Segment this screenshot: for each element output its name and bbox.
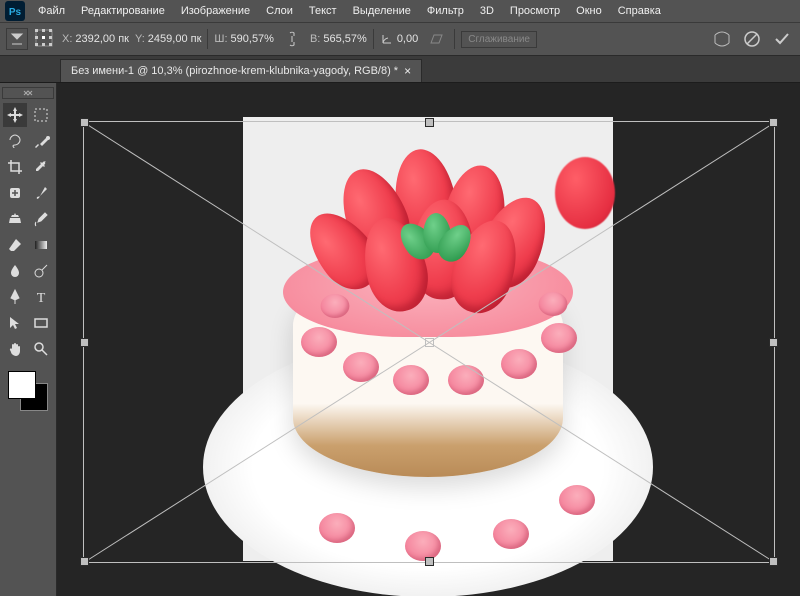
rectangle-tool[interactable]	[29, 311, 53, 335]
menu-text[interactable]: Текст	[301, 2, 345, 20]
background-strawberry	[555, 157, 615, 229]
crop-tool[interactable]	[3, 155, 27, 179]
menu-image[interactable]: Изображение	[173, 2, 258, 20]
move-tool[interactable]	[3, 103, 27, 127]
transform-x[interactable]: X: 2392,00 пк	[62, 33, 129, 45]
dodge-tool[interactable]	[29, 259, 53, 283]
angle-icon	[380, 32, 394, 46]
options-bar: X: 2392,00 пк Y: 2459,00 пк Ш: 590,57% В…	[0, 22, 800, 56]
menu-window[interactable]: Окно	[568, 2, 610, 20]
menu-help[interactable]: Справка	[610, 2, 669, 20]
warp-mode-button[interactable]	[710, 27, 734, 51]
cream-rosette	[319, 513, 355, 543]
blur-tool[interactable]	[3, 259, 27, 283]
document-tab[interactable]: Без имени-1 @ 10,3% (pirozhnoe-krem-klub…	[60, 59, 422, 82]
cream-rosette	[559, 485, 595, 515]
quick-selection-tool[interactable]	[29, 129, 53, 153]
menu-filter[interactable]: Фильтр	[419, 2, 472, 20]
transform-handle-top-right[interactable]	[769, 118, 778, 127]
menu-view[interactable]: Просмотр	[502, 2, 568, 20]
tool-preset-picker[interactable]	[6, 28, 28, 50]
foreground-color-swatch[interactable]	[8, 371, 36, 399]
eraser-tool[interactable]	[3, 233, 27, 257]
transform-x-value[interactable]: 2392,00 пк	[75, 33, 129, 45]
menu-select[interactable]: Выделение	[345, 2, 419, 20]
transform-x-label: X:	[62, 33, 72, 45]
document-tab-title: Без имени-1 @ 10,3% (pirozhnoe-krem-klub…	[71, 65, 398, 77]
transform-handle-top-left[interactable]	[80, 118, 89, 127]
svg-text:T: T	[37, 291, 46, 306]
separator	[454, 29, 455, 49]
transform-handle-mid-right[interactable]	[769, 338, 778, 347]
cream-rosette	[301, 327, 337, 357]
transform-h-value[interactable]: 565,57%	[323, 33, 366, 45]
lasso-tool[interactable]	[3, 129, 27, 153]
path-selection-tool[interactable]	[3, 311, 27, 335]
cancel-transform-button[interactable]	[740, 27, 764, 51]
menu-layer[interactable]: Слои	[258, 2, 301, 20]
separator	[373, 29, 374, 49]
menu-edit[interactable]: Редактирование	[73, 2, 173, 20]
gradient-tool[interactable]	[29, 233, 53, 257]
transform-y-value[interactable]: 2459,00 пк	[148, 33, 202, 45]
pen-tool[interactable]	[3, 285, 27, 309]
transform-y[interactable]: Y: 2459,00 пк	[135, 33, 201, 45]
transform-w-label: Ш:	[214, 33, 227, 45]
canvas-image[interactable]	[243, 117, 613, 561]
transform-handle-bottom-left[interactable]	[80, 557, 89, 566]
transform-handle-bottom-right[interactable]	[769, 557, 778, 566]
transform-angle-value[interactable]: 0,00	[397, 33, 418, 45]
commit-transform-button[interactable]	[770, 27, 794, 51]
cream-rosette	[393, 365, 429, 395]
cream-rosette	[541, 323, 577, 353]
transform-angle[interactable]: 0,00	[380, 32, 418, 46]
hand-tool[interactable]	[3, 337, 27, 361]
cream-rosette	[448, 365, 484, 395]
skew-h-field[interactable]	[424, 27, 448, 51]
clone-stamp-tool[interactable]	[3, 207, 27, 231]
brush-tool[interactable]	[29, 181, 53, 205]
mint-garnish	[403, 217, 473, 262]
workspace: T	[0, 83, 800, 596]
cream-rosette	[405, 531, 441, 561]
cream-rosette	[501, 349, 537, 379]
document-tab-bar: Без имени-1 @ 10,3% (pirozhnoe-krem-klub…	[0, 56, 800, 83]
close-tab-button[interactable]: ×	[404, 64, 411, 78]
reference-point-picker[interactable]	[34, 28, 56, 50]
history-brush-tool[interactable]	[29, 207, 53, 231]
cream-rosette	[343, 352, 379, 382]
zoom-tool[interactable]	[29, 337, 53, 361]
transform-handle-mid-left[interactable]	[80, 338, 89, 347]
eyedropper-tool[interactable]	[29, 155, 53, 179]
interpolation-dropdown[interactable]: Сглаживание	[461, 31, 537, 48]
transform-height[interactable]: В: 565,57%	[310, 33, 367, 45]
color-swatches[interactable]	[8, 371, 48, 411]
menu-3d[interactable]: 3D	[472, 2, 502, 20]
menu-file[interactable]: Файл	[30, 2, 73, 20]
cream-rosette	[493, 519, 529, 549]
aspect-link-button[interactable]	[280, 27, 304, 51]
spot-heal-tool[interactable]	[3, 181, 27, 205]
transform-y-label: Y:	[135, 33, 145, 45]
menu-bar: Ps Файл Редактирование Изображение Слои …	[0, 0, 800, 22]
transform-h-label: В:	[310, 33, 320, 45]
separator	[207, 29, 208, 49]
canvas-area[interactable]	[57, 83, 800, 596]
rectangular-marquee-tool[interactable]	[29, 103, 53, 127]
transform-w-value[interactable]: 590,57%	[231, 33, 274, 45]
tools-panel: T	[0, 83, 57, 596]
app-logo: Ps	[4, 0, 26, 22]
svg-text:Ps: Ps	[9, 7, 22, 18]
transform-width[interactable]: Ш: 590,57%	[214, 33, 274, 45]
tools-expand-handle[interactable]	[2, 87, 54, 99]
type-tool[interactable]: T	[29, 285, 53, 309]
